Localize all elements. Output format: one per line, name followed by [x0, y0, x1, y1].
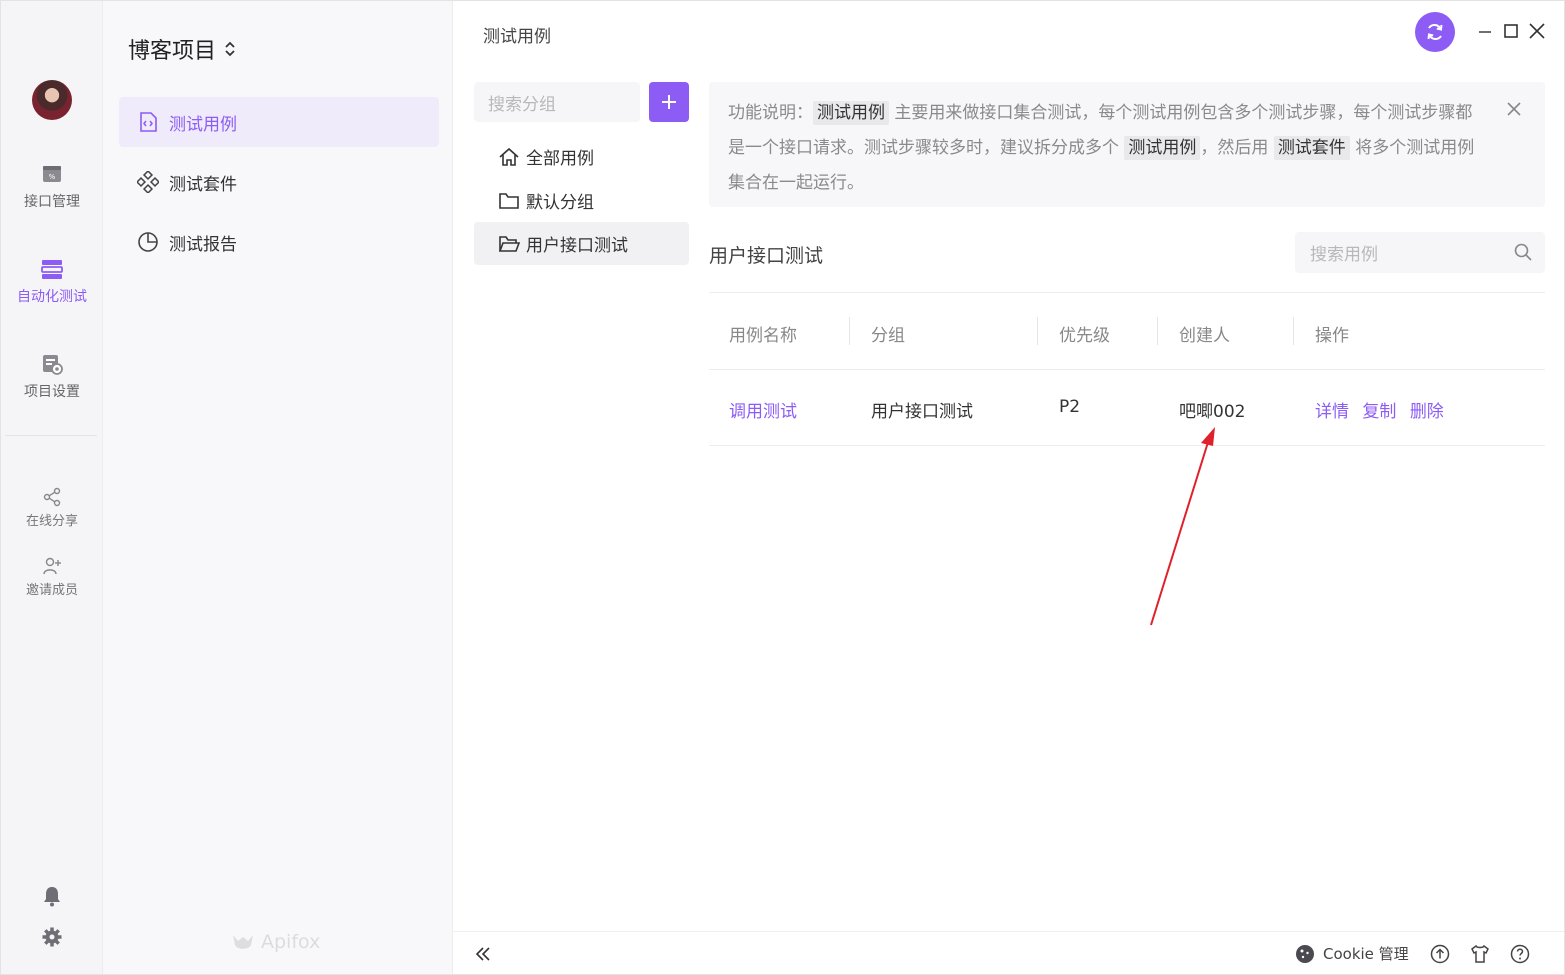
- column-header-group: 分组: [871, 326, 905, 346]
- rail-item-api[interactable]: % 接口管理: [1, 163, 103, 211]
- rail-item-label: 项目设置: [24, 384, 80, 400]
- group-item-label: 全部用例: [526, 149, 594, 169]
- notice-tag: 测试用例: [813, 101, 889, 125]
- svg-text:%: %: [49, 173, 56, 181]
- brand-name: Apifox: [261, 931, 321, 953]
- rail-item-label: 自动化测试: [17, 289, 87, 305]
- nav-item-label: 测试套件: [169, 174, 237, 195]
- help-icon[interactable]: [1510, 944, 1530, 964]
- details-link[interactable]: 详情: [1315, 402, 1349, 422]
- cookie-icon: [1296, 944, 1314, 963]
- app-window: % 接口管理 自动化测试 项目设置 在线分享 邀请成员 博客项目 测试用例 测试…: [0, 0, 1565, 975]
- breadcrumb: 测试用例: [483, 27, 551, 47]
- add-group-button[interactable]: [649, 82, 689, 122]
- pie-chart-icon: [138, 232, 158, 252]
- api-icon: %: [43, 166, 61, 182]
- divider: [709, 445, 1545, 446]
- avatar[interactable]: [32, 80, 72, 120]
- project-name: 博客项目: [128, 39, 217, 64]
- bell-icon[interactable]: [41, 885, 63, 907]
- chevron-up-down-icon: [225, 41, 235, 57]
- group-item-label: 用户接口测试: [526, 236, 628, 256]
- notice-prefix: 功能说明：: [728, 103, 813, 123]
- section-title: 用户接口测试: [709, 245, 824, 267]
- cookie-label: Cookie 管理: [1323, 945, 1409, 963]
- column-separator: [1293, 317, 1294, 345]
- gear-icon[interactable]: [41, 926, 63, 948]
- collapse-sidebar-icon[interactable]: [473, 944, 493, 964]
- apifox-logo-icon: [233, 935, 253, 949]
- nav-item-label: 测试用例: [169, 114, 237, 135]
- divider: [709, 369, 1545, 370]
- group-item-label: 默认分组: [526, 193, 594, 213]
- column-separator: [849, 317, 850, 345]
- rail-item-automation[interactable]: 自动化测试: [1, 258, 103, 306]
- nav-item-test-suites[interactable]: 测试套件: [119, 157, 439, 207]
- folder-open-icon: [498, 235, 520, 252]
- main-panel: 测试用例 搜索分组 全部用例 默认分组 用户接口测试 功能说明： 测试用例 主要…: [453, 1, 1564, 974]
- home-icon: [499, 147, 519, 166]
- group-search-input[interactable]: 搜索分组: [474, 82, 640, 122]
- notice-text: ，然后用: [1200, 138, 1274, 158]
- add-user-icon: [43, 557, 61, 575]
- feature-notice: 功能说明： 测试用例 主要用来做接口集合测试，每个测试用例包含多个测试步骤，每个测…: [709, 82, 1545, 207]
- column-header-creator: 创建人: [1179, 326, 1230, 346]
- icon-rail: % 接口管理 自动化测试 项目设置 在线分享 邀请成员: [1, 1, 103, 974]
- nav-item-label: 测试报告: [169, 234, 237, 255]
- share-icon: [43, 487, 61, 507]
- case-search-input[interactable]: 搜索用例: [1295, 232, 1545, 273]
- column-separator: [1037, 317, 1038, 345]
- rail-item-label: 接口管理: [24, 194, 80, 210]
- rail-share-label: 在线分享: [25, 514, 78, 529]
- project-switcher[interactable]: 博客项目: [128, 33, 236, 65]
- column-header-name: 用例名称: [729, 326, 797, 346]
- rail-item-invite[interactable]: 邀请成员: [1, 556, 103, 598]
- copy-link[interactable]: 复制: [1362, 402, 1396, 422]
- suite-icon: [137, 171, 159, 193]
- case-search-placeholder: 搜索用例: [1310, 245, 1378, 265]
- plus-icon: [662, 95, 676, 109]
- delete-link[interactable]: 删除: [1410, 402, 1444, 422]
- rail-item-share[interactable]: 在线分享: [1, 487, 103, 529]
- case-creator: 吧唧002: [1179, 402, 1246, 422]
- file-code-icon: [140, 112, 157, 132]
- sync-button[interactable]: [1415, 12, 1455, 52]
- group-item-user-api-test[interactable]: 用户接口测试: [474, 222, 689, 265]
- project-nav: 博客项目 测试用例 测试套件 测试报告 Apifox: [103, 1, 453, 974]
- automation-icon: [41, 260, 63, 279]
- case-name-link[interactable]: 调用测试: [729, 397, 797, 422]
- cookie-manager-button[interactable]: Cookie 管理: [1295, 943, 1409, 964]
- search-icon: [1514, 243, 1532, 261]
- project-settings-icon: [43, 355, 63, 375]
- sync-icon: [1427, 23, 1443, 41]
- case-priority: P2: [1059, 397, 1081, 417]
- divider: [709, 292, 1545, 293]
- column-header-actions: 操作: [1315, 326, 1349, 346]
- close-notice-icon[interactable]: [1505, 100, 1523, 118]
- nav-item-test-cases[interactable]: 测试用例: [119, 97, 439, 147]
- brand-logo: Apifox: [231, 931, 320, 953]
- group-item-all[interactable]: 全部用例: [474, 135, 689, 178]
- rail-invite-label: 邀请成员: [25, 583, 78, 598]
- upload-icon[interactable]: [1430, 944, 1450, 964]
- minimize-icon[interactable]: [1475, 21, 1495, 41]
- group-item-default[interactable]: 默认分组: [474, 179, 689, 222]
- case-actions: 详情 复制 删除: [1315, 397, 1452, 422]
- rail-divider: [5, 435, 97, 436]
- nav-item-test-reports[interactable]: 测试报告: [119, 217, 439, 267]
- folder-icon: [499, 192, 519, 209]
- case-group: 用户接口测试: [871, 402, 973, 422]
- notice-tag: 测试套件: [1273, 136, 1350, 160]
- close-icon[interactable]: [1527, 21, 1547, 41]
- rail-item-project-settings[interactable]: 项目设置: [1, 353, 103, 401]
- status-bar: Cookie 管理: [453, 931, 1564, 974]
- annotation-arrow: [1150, 427, 1215, 626]
- column-separator: [1157, 317, 1158, 345]
- maximize-icon[interactable]: [1501, 21, 1521, 41]
- column-header-priority: 优先级: [1059, 326, 1110, 346]
- notice-tag: 测试用例: [1124, 136, 1201, 160]
- shirt-icon[interactable]: [1470, 944, 1490, 964]
